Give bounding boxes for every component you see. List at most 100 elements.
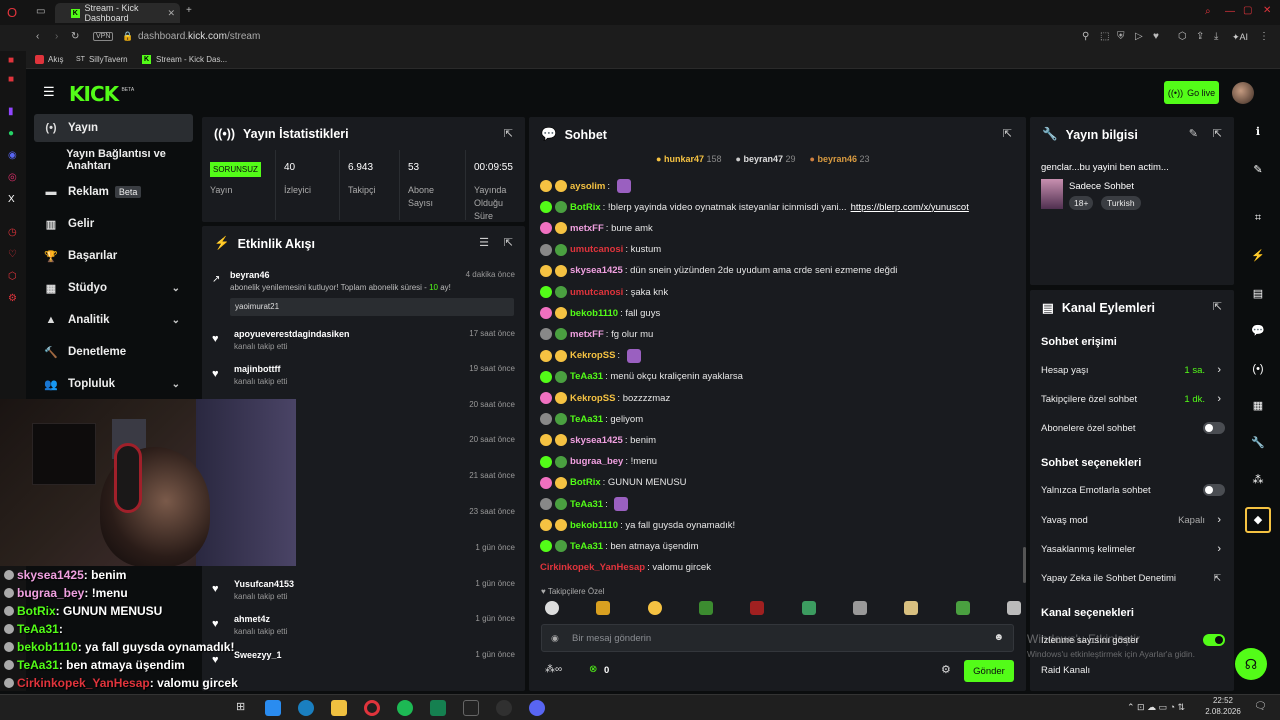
followers-only-row[interactable]: Takipçilere özel sohbet 1 dk. › (1041, 389, 1225, 409)
discord-icon[interactable]: ◉ (8, 150, 17, 161)
nav-item-stream-key[interactable]: Yayın Bağlantısı ve Anahtarı (34, 146, 194, 174)
edge-icon[interactable] (298, 700, 314, 716)
nav-item-topluluk[interactable]: 👥 Topluluk ⌄ (34, 370, 194, 398)
reload-icon[interactable]: ↻ (71, 31, 79, 42)
task-view-icon[interactable]: ⊞ (236, 700, 245, 713)
chat-message[interactable]: umutcanosi: şaka knk (540, 282, 668, 302)
tray-icons[interactable]: ⌃ ⊡ ☁ ▭ ◔ ⇅ (1127, 702, 1185, 713)
tag-turkish[interactable]: Turkish (1101, 196, 1141, 210)
emote-icon[interactable] (596, 601, 611, 615)
subscribers-only-toggle[interactable] (1203, 422, 1225, 434)
chat-message[interactable]: TeAa31: menü okçu kraliçenin ayaklarsa (540, 367, 743, 387)
x-icon[interactable]: X (8, 194, 15, 205)
nav-item-denetleme[interactable]: 🔨 Denetleme (34, 338, 194, 366)
minimize-icon[interactable]: — (1225, 6, 1235, 17)
download-icon[interactable]: ⤓ (1214, 31, 1218, 42)
support-headset-icon[interactable]: ☊ (1235, 648, 1267, 680)
chat-message[interactable]: skysea1425: benim (540, 430, 656, 450)
leader-1[interactable]: ● hunkar47 158 (656, 154, 722, 164)
chat-input[interactable]: ◉ Bir mesaj gönderin ☻ (541, 624, 1014, 652)
chat-users-icon[interactable]: ⁂∞ (545, 664, 562, 675)
back-icon[interactable]: ‹ (36, 31, 39, 42)
show-viewers-toggle[interactable] (1203, 634, 1225, 646)
chat-message[interactable]: KekropSS: bozzzzmaz (540, 388, 670, 408)
subscribers-only-row[interactable]: Abonelere özel sohbet (1041, 418, 1225, 438)
chat-message[interactable]: metxFF: bune amk (540, 218, 653, 238)
maximize-icon[interactable]: ▢ (1243, 5, 1252, 16)
opera-taskbar-icon[interactable] (364, 700, 380, 716)
nav-item-gelir[interactable]: ▥ Gelir (34, 210, 194, 238)
nav-item-reklam[interactable]: ▬ Reklam Beta (34, 178, 194, 206)
ai-moderation-row[interactable]: Yapay Zeka ile Sohbet Denetimi ⇱ (1041, 568, 1225, 588)
close-tab-icon[interactable]: ✕ (167, 8, 175, 19)
emote-icon[interactable] (647, 601, 662, 615)
bookmark-akis[interactable]: Akış (35, 55, 64, 64)
chat-message[interactable]: umutcanosi: kustum (540, 240, 661, 260)
url-field[interactable]: dashboard.kick.com/stream (138, 31, 260, 42)
users-icon[interactable]: ⁂ (1248, 470, 1268, 490)
chat-message[interactable]: bugraa_bey: !menu (540, 452, 657, 472)
extensions-icon[interactable]: ⬡ (1178, 31, 1187, 42)
popout-icon[interactable]: ⇱ (504, 236, 513, 249)
popout-icon[interactable]: ⇱ (504, 127, 513, 140)
tag-18[interactable]: 18+ (1069, 196, 1094, 210)
emoji-icon[interactable]: ☻ (993, 632, 1004, 643)
chat-settings-icon[interactable]: ⚙ (941, 663, 951, 676)
nav-item-yayin[interactable]: (•) Yayın (34, 114, 193, 142)
settings-icon[interactable]: ⚙ (8, 293, 17, 304)
discord-taskbar-icon[interactable] (529, 700, 545, 716)
notification-icon[interactable]: 🗨 (1254, 701, 1267, 712)
popout-icon[interactable]: ⇱ (1003, 127, 1012, 140)
chat-scrollbar[interactable] (1023, 547, 1026, 583)
banned-words-row[interactable]: Yasaklanmış kelimeler › (1041, 539, 1225, 559)
emote-icon[interactable] (1006, 601, 1021, 615)
emote-only-row[interactable]: Yalnızca Emotlarla sohbet (1041, 480, 1225, 500)
emote-icon[interactable] (545, 601, 559, 615)
opera-logo-icon[interactable]: O (7, 5, 17, 20)
bookmark-kick-stream[interactable]: K Stream - Kick Das... (142, 55, 227, 64)
emote-icon[interactable] (801, 601, 816, 615)
shield-icon[interactable]: ⛨ (1117, 31, 1125, 42)
slow-mode-row[interactable]: Yavaş mod Kapalı › (1041, 510, 1225, 530)
opera-app-icon[interactable]: ■ (8, 55, 14, 66)
chat-side-icon[interactable]: 💬 (1248, 321, 1268, 341)
pin-icon[interactable]: ⚲ (1082, 31, 1089, 42)
crop-icon[interactable]: ⌗ (1248, 208, 1268, 228)
close-window-icon[interactable]: ✕ (1263, 5, 1271, 16)
menu-icon[interactable]: ⋮ (1259, 31, 1269, 42)
chat-message[interactable]: TeAa31: ben atmaya üşendim (540, 536, 699, 556)
chat-message[interactable]: TeAa31: geliyom (540, 409, 643, 429)
chat-message[interactable]: aysolim: (540, 176, 631, 196)
layout-icon[interactable]: ▦ (1248, 396, 1268, 416)
vpn-badge[interactable]: VPN (93, 32, 114, 41)
chat-message[interactable]: bekob1110: ya fall guysda oynamadık! (540, 515, 735, 535)
edit-icon[interactable]: ✎ (1189, 127, 1198, 140)
epic-games-icon[interactable] (463, 700, 479, 716)
send-button[interactable]: Gönder (964, 660, 1014, 682)
chat-message[interactable]: bekob1110: fall guys (540, 303, 660, 323)
obs-icon[interactable] (496, 700, 512, 716)
emote-icon[interactable] (955, 601, 970, 615)
chat-message[interactable]: BotRix: !blerp yayinda video oynatmak is… (540, 197, 969, 217)
opera-app2-icon[interactable]: ■ (8, 74, 14, 85)
nav-item-studyo[interactable]: ▦ Stüdyo ⌄ (34, 274, 194, 302)
popout-icon[interactable]: ⇱ (1213, 127, 1222, 140)
broadcast-side-icon[interactable]: (•) (1248, 359, 1268, 379)
chat-message[interactable]: BotRix: GUNUN MENUSU (540, 473, 687, 493)
share-icon[interactable]: ⇪ (1196, 31, 1204, 42)
chat-message[interactable]: KekropSS: (540, 346, 641, 366)
hamburger-icon[interactable]: ☰ (43, 84, 55, 100)
photos-app-icon[interactable] (265, 700, 281, 716)
play-icon[interactable]: ▷ (1135, 31, 1143, 42)
emote-icon[interactable] (852, 601, 867, 615)
tool-icon[interactable]: 🔧 (1248, 433, 1268, 453)
history-icon[interactable]: ◷ (8, 227, 17, 238)
app-icon[interactable] (430, 700, 446, 716)
forward-icon[interactable]: › (55, 31, 58, 42)
new-tab-icon[interactable]: + (186, 5, 192, 16)
ai-button[interactable]: ✦AI (1232, 32, 1248, 43)
chat-message[interactable]: Cirkinkopek_YanHesap: valomu gircek (540, 558, 711, 578)
emote-icon[interactable] (904, 601, 919, 615)
chat-message[interactable]: metxFF: fg olur mu (540, 324, 653, 344)
leader-2[interactable]: ● beyran47 29 (736, 154, 796, 164)
